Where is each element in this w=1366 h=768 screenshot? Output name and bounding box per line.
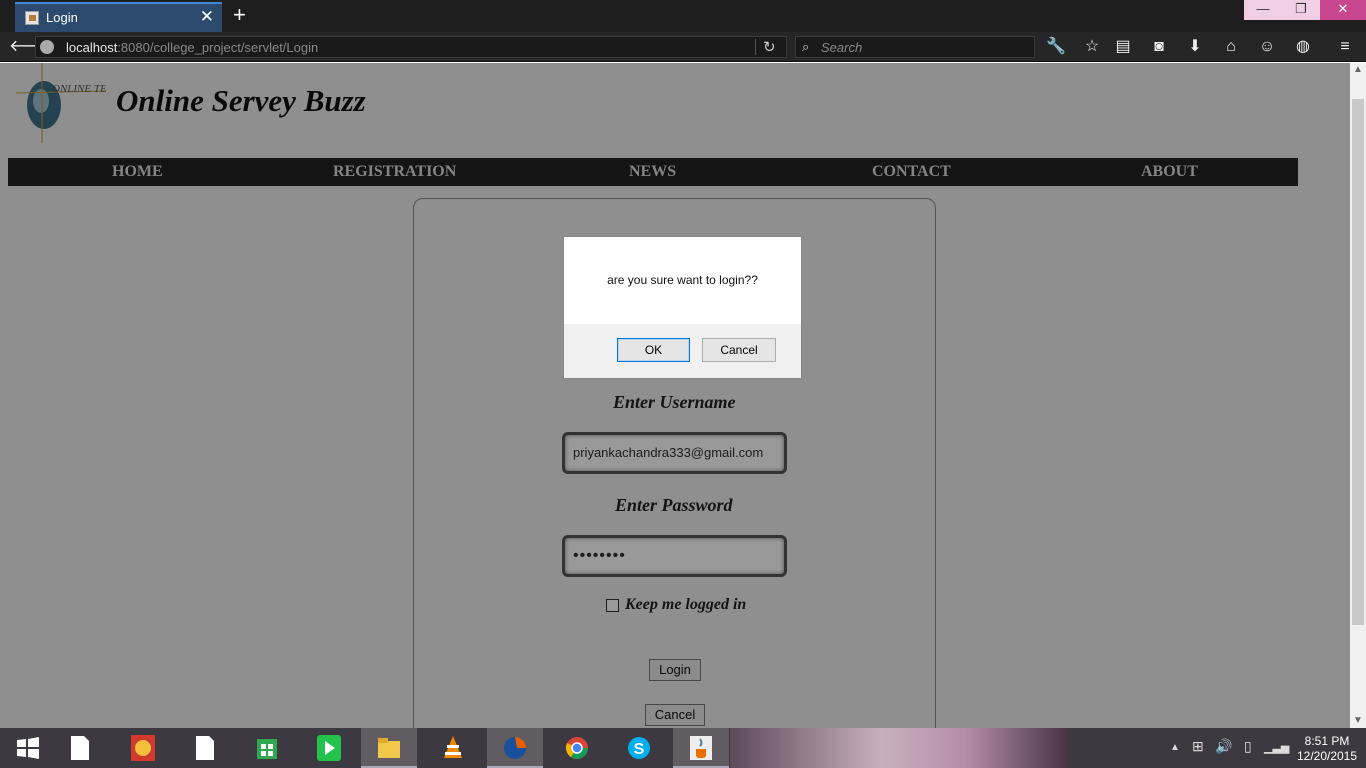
store-icon[interactable]: [239, 728, 295, 768]
reading-list-icon[interactable]: ▤: [1112, 37, 1134, 57]
app-icon[interactable]: [115, 728, 171, 768]
vlc-icon[interactable]: [425, 728, 481, 768]
restore-icon[interactable]: ❐: [1282, 0, 1320, 20]
browser-tab[interactable]: Login ✕: [15, 2, 222, 32]
url-text: localhost:8080/college_project/servlet/L…: [66, 40, 319, 55]
skype-icon[interactable]: S: [611, 728, 667, 768]
scrollbar-thumb[interactable]: [1352, 99, 1364, 625]
search-input[interactable]: ⌕ Search: [795, 36, 1035, 58]
media-player-icon[interactable]: [301, 728, 357, 768]
tray-expand-icon[interactable]: ▲: [1170, 742, 1180, 753]
java-icon[interactable]: [673, 728, 729, 768]
battery-icon[interactable]: ▯: [1244, 738, 1252, 755]
dialog-cancel-button[interactable]: Cancel: [702, 338, 776, 362]
taskbar-clock[interactable]: 8:51 PM 12/20/2015: [1292, 734, 1362, 764]
wrench-icon[interactable]: 🔧: [1045, 37, 1067, 57]
globe-icon: [40, 40, 54, 54]
clock-date: 12/20/2015: [1296, 749, 1358, 763]
start-button[interactable]: [0, 728, 56, 768]
tab-title: Login: [46, 10, 78, 25]
hello-icon[interactable]: ☺: [1256, 37, 1278, 57]
file-icon[interactable]: [177, 728, 233, 768]
clock-time: 8:51 PM: [1304, 734, 1350, 748]
volume-icon[interactable]: 🔊: [1215, 738, 1232, 755]
download-icon[interactable]: ⬇: [1184, 37, 1206, 57]
address-bar[interactable]: localhost:8080/college_project/servlet/L…: [35, 36, 787, 58]
dialog-message: are you sure want to login??: [607, 273, 758, 287]
pocket-icon[interactable]: ◙: [1148, 37, 1170, 57]
reload-icon[interactable]: ↻: [763, 38, 776, 56]
new-tab-icon[interactable]: +: [233, 3, 246, 27]
page-favicon-icon: [25, 11, 39, 25]
file-explorer-icon[interactable]: [361, 728, 417, 768]
file-icon[interactable]: [52, 728, 108, 768]
minimize-icon[interactable]: —: [1244, 0, 1282, 20]
scroll-up-icon[interactable]: ▲: [1353, 64, 1363, 75]
signal-icon[interactable]: ▁▃▅: [1264, 741, 1289, 754]
chrome-icon[interactable]: [549, 728, 605, 768]
back-arrow-icon[interactable]: 🡐: [9, 37, 52, 57]
window-close-icon[interactable]: ✕: [1320, 0, 1366, 20]
addon-icon[interactable]: ◍: [1292, 37, 1314, 57]
search-icon: ⌕: [802, 39, 810, 54]
taskbar-wallpaper: [730, 728, 1067, 768]
taskbar: S ▲ ⊞ 🔊 ▯ ▁▃▅ 8:51 PM 12/20/2015: [0, 728, 1366, 768]
home-icon[interactable]: ⌂: [1220, 37, 1242, 57]
modal-overlay: [0, 63, 1350, 728]
windows-icon[interactable]: ⊞: [1192, 738, 1204, 755]
menu-icon[interactable]: ≡: [1334, 37, 1356, 57]
bookmark-star-icon[interactable]: ☆: [1081, 37, 1103, 57]
page-scrollbar[interactable]: ▲ ▼: [1350, 63, 1366, 728]
dialog-ok-button[interactable]: OK: [617, 338, 690, 362]
svg-text:S: S: [634, 741, 645, 758]
scroll-down-icon[interactable]: ▼: [1353, 715, 1363, 726]
search-placeholder: Search: [821, 40, 863, 55]
confirm-dialog: are you sure want to login?? OK Cancel: [563, 236, 802, 379]
browser-titlebar: Login ✕ + — ❐ ✕: [0, 0, 1366, 32]
firefox-icon[interactable]: [487, 728, 543, 768]
close-tab-icon[interactable]: ✕: [200, 7, 214, 27]
browser-toolbar: 🡐 localhost:8080/college_project/servlet…: [0, 32, 1366, 62]
